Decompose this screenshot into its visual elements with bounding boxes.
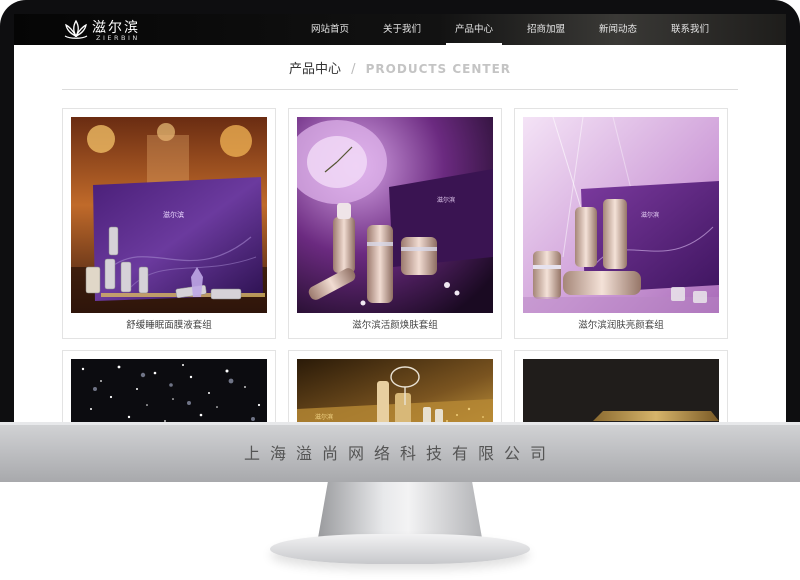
heading-divider: [62, 89, 738, 90]
monitor-mockup: 滋尔滨 ZIERBIN 网站首页 关于我们 产品中心 招商加盟 新闻动态 联系我…: [0, 0, 800, 580]
nav-item-about[interactable]: 关于我们: [366, 14, 438, 45]
website-screen: 滋尔滨 ZIERBIN 网站首页 关于我们 产品中心 招商加盟 新闻动态 联系我…: [14, 14, 786, 422]
top-navigation-bar: 滋尔滨 ZIERBIN 网站首页 关于我们 产品中心 招商加盟 新闻动态 联系我…: [14, 14, 786, 45]
nav-item-contact[interactable]: 联系我们: [654, 14, 726, 45]
product-image[interactable]: 滋尔滨: [71, 117, 267, 313]
monitor-stand-neck: [318, 482, 482, 538]
product-caption[interactable]: 舒缓睡眠面膜液套组: [63, 317, 275, 331]
section-heading: 产品中心 / PRODUCTS CENTER: [14, 58, 786, 77]
product-card[interactable]: 滋尔滨 滋尔滨润肤亮颜套组: [514, 108, 728, 339]
nav-item-products[interactable]: 产品中心: [438, 14, 510, 45]
site-logo[interactable]: 滋尔滨 ZIERBIN: [62, 17, 172, 43]
monitor-stand-base: [270, 534, 530, 564]
main-nav: 网站首页 关于我们 产品中心 招商加盟 新闻动态 联系我们: [294, 14, 726, 45]
product-caption[interactable]: 滋尔滨活颜焕肤套组: [289, 317, 501, 331]
product-image[interactable]: [523, 359, 719, 422]
product-card[interactable]: 滋尔滨 滋尔滨活颜焕肤套组: [288, 108, 502, 339]
nav-item-news[interactable]: 新闻动态: [582, 14, 654, 45]
product-card[interactable]: 滋尔滨: [288, 350, 502, 422]
section-title-en: PRODUCTS CENTER: [365, 62, 512, 76]
product-card[interactable]: [62, 350, 276, 422]
svg-text:滋尔滨: 滋尔滨: [437, 196, 455, 204]
nav-item-home[interactable]: 网站首页: [294, 14, 366, 45]
product-caption[interactable]: 滋尔滨润肤亮颜套组: [515, 317, 727, 331]
product-card[interactable]: 滋尔滨 舒缓睡眠面膜液套组: [62, 108, 276, 339]
logo-english-name: ZIERBIN: [96, 34, 140, 42]
section-title-separator: /: [351, 62, 356, 77]
product-image[interactable]: 滋尔滨: [297, 117, 493, 313]
svg-text:滋尔滨: 滋尔滨: [163, 210, 184, 219]
product-image[interactable]: [71, 359, 267, 422]
product-image[interactable]: 滋尔滨: [523, 117, 719, 313]
svg-text:滋尔滨: 滋尔滨: [315, 413, 333, 421]
section-title-cn: 产品中心: [288, 62, 341, 77]
lotus-logo-icon: [64, 19, 88, 39]
svg-text:滋尔滨: 滋尔滨: [641, 211, 659, 219]
company-name: 上海溢尚网络科技有限公司: [243, 444, 556, 463]
product-card[interactable]: [514, 350, 728, 422]
nav-item-franchise[interactable]: 招商加盟: [510, 14, 582, 45]
product-image[interactable]: 滋尔滨: [297, 359, 493, 422]
chin-highlight: [0, 422, 800, 425]
